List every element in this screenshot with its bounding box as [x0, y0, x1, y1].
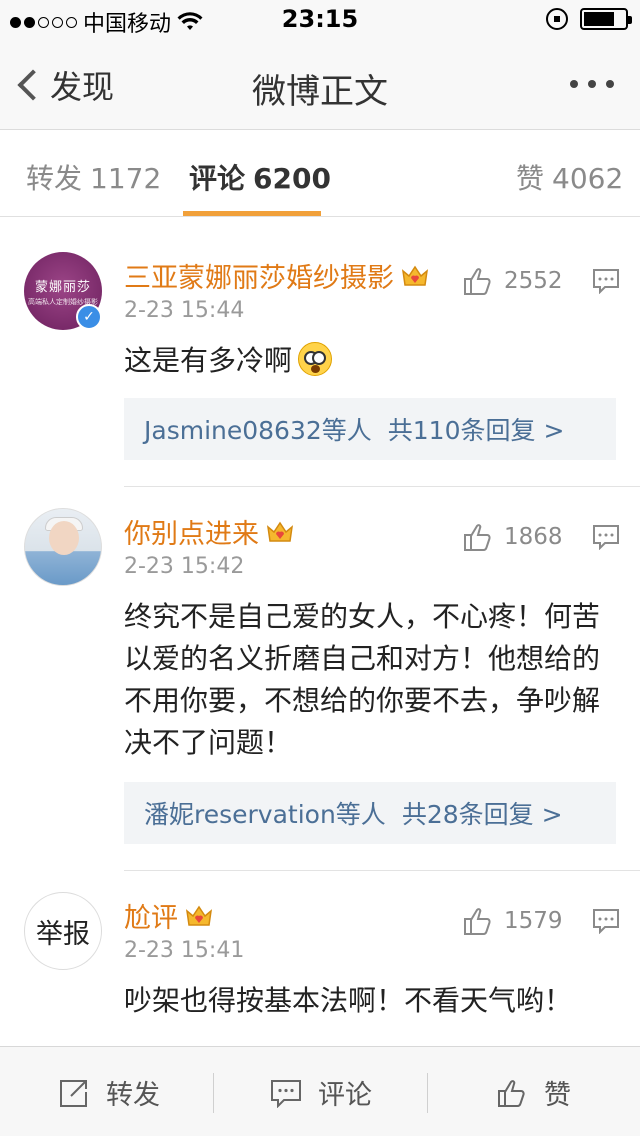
comment-icon [271, 1079, 301, 1108]
repost-label: 转发 [106, 1080, 160, 1111]
member-crown-icon [401, 265, 429, 286]
like-count: 1868 [504, 524, 563, 550]
status-right [546, 8, 632, 30]
like-post-button[interactable]: 赞 [496, 1073, 571, 1112]
verified-badge-icon: ✓ [76, 304, 102, 330]
battery-icon [580, 8, 632, 30]
like-button[interactable]: 2552 [462, 266, 563, 296]
comment-label: 评论 [318, 1080, 372, 1111]
thumbs-up-icon [464, 268, 491, 295]
reply-users: Jasmine08632等人 [144, 416, 372, 445]
comment-author[interactable]: 你别点进来 [124, 512, 295, 551]
repost-button[interactable]: 转发 [58, 1073, 160, 1112]
page-title: 微博正文 [252, 72, 388, 112]
comment-divider [124, 870, 640, 871]
thumbs-up-icon [498, 1079, 525, 1107]
avatar-text: 举报 [36, 918, 90, 950]
tab-count: 6200 [253, 162, 331, 195]
toolbar-divider [213, 1073, 214, 1113]
active-tab-indicator [183, 211, 321, 216]
author-name: 尬评 [124, 903, 178, 934]
comment-text: 吵架也得按基本法啊！不看天气哟！ [124, 984, 573, 1017]
reply-users: 潘妮reservation等人 [144, 800, 386, 829]
author-name: 你别点进来 [124, 519, 259, 550]
thumbs-up-icon [464, 908, 491, 935]
tab-likes[interactable]: 赞 4062 [516, 157, 623, 197]
reply-count-link: 共28条回复 > [401, 800, 563, 829]
comment-time: 2-23 15:41 [124, 938, 245, 963]
replies-summary[interactable]: Jasmine08632等人 共110条回复 > [124, 398, 616, 460]
rotation-lock-icon [546, 8, 568, 30]
replies-summary[interactable]: 潘妮reservation等人 共28条回复 > [124, 782, 616, 844]
like-button[interactable]: 1868 [462, 522, 563, 552]
comment-time: 2-23 15:42 [124, 554, 245, 579]
toolbar-divider [427, 1073, 428, 1113]
tab-bar: 转发 1172 评论 6200 赞 4062 [0, 131, 640, 217]
tab-label: 评论 [189, 162, 246, 195]
comment-time: 2-23 15:44 [124, 298, 245, 323]
like-count: 1579 [504, 908, 563, 934]
like-button[interactable]: 1579 [462, 906, 563, 936]
member-crown-icon [266, 521, 294, 542]
avatar[interactable]: 举报 [24, 892, 102, 970]
tab-count: 1172 [90, 162, 162, 195]
status-bar: 中国移动 23:15 [0, 0, 640, 40]
comment-list[interactable]: 蒙娜丽莎 高端私人定制婚纱摄影 ✓ 三亚蒙娜丽莎婚纱摄影 2-23 15:44 … [0, 218, 640, 1046]
shocked-emoji-icon [298, 342, 333, 376]
tab-label: 赞 [516, 162, 545, 195]
comment-body: 这是有多冷啊 [124, 344, 293, 377]
bottom-toolbar: 转发 评论 赞 [0, 1046, 640, 1136]
more-options-icon[interactable] [570, 80, 614, 88]
reply-icon[interactable] [592, 524, 620, 550]
like-count: 2552 [504, 268, 563, 294]
tab-count: 4062 [552, 162, 624, 195]
member-crown-icon [185, 905, 213, 926]
comment-button[interactable]: 评论 [270, 1073, 372, 1112]
tab-comments[interactable]: 评论 6200 [189, 157, 331, 197]
reply-icon[interactable] [592, 268, 620, 294]
reply-icon[interactable] [592, 908, 620, 934]
comment-author[interactable]: 三亚蒙娜丽莎婚纱摄影 [124, 256, 430, 295]
author-name: 三亚蒙娜丽莎婚纱摄影 [124, 263, 394, 294]
thumbs-up-icon [464, 524, 491, 551]
avatar[interactable] [24, 508, 102, 586]
comment-text: 这是有多冷啊 [124, 340, 616, 382]
avatar-logo-text: 蒙娜丽莎 [34, 279, 91, 295]
repost-icon [60, 1079, 87, 1107]
tab-label: 转发 [26, 162, 83, 195]
like-label: 赞 [544, 1080, 571, 1111]
reply-count-link: 共110条回复 > [387, 416, 565, 445]
tab-repost[interactable]: 转发 1172 [26, 157, 161, 197]
status-time: 23:15 [281, 5, 359, 33]
navigation-bar: 发现 微博正文 [0, 40, 640, 130]
comment-divider [124, 486, 640, 487]
comment-text: 终究不是自己爱的女人，不心疼！何苦以爱的名义折磨自己和对方！他想给的不用你要，不… [124, 600, 601, 759]
comment-author[interactable]: 尬评 [124, 896, 214, 935]
